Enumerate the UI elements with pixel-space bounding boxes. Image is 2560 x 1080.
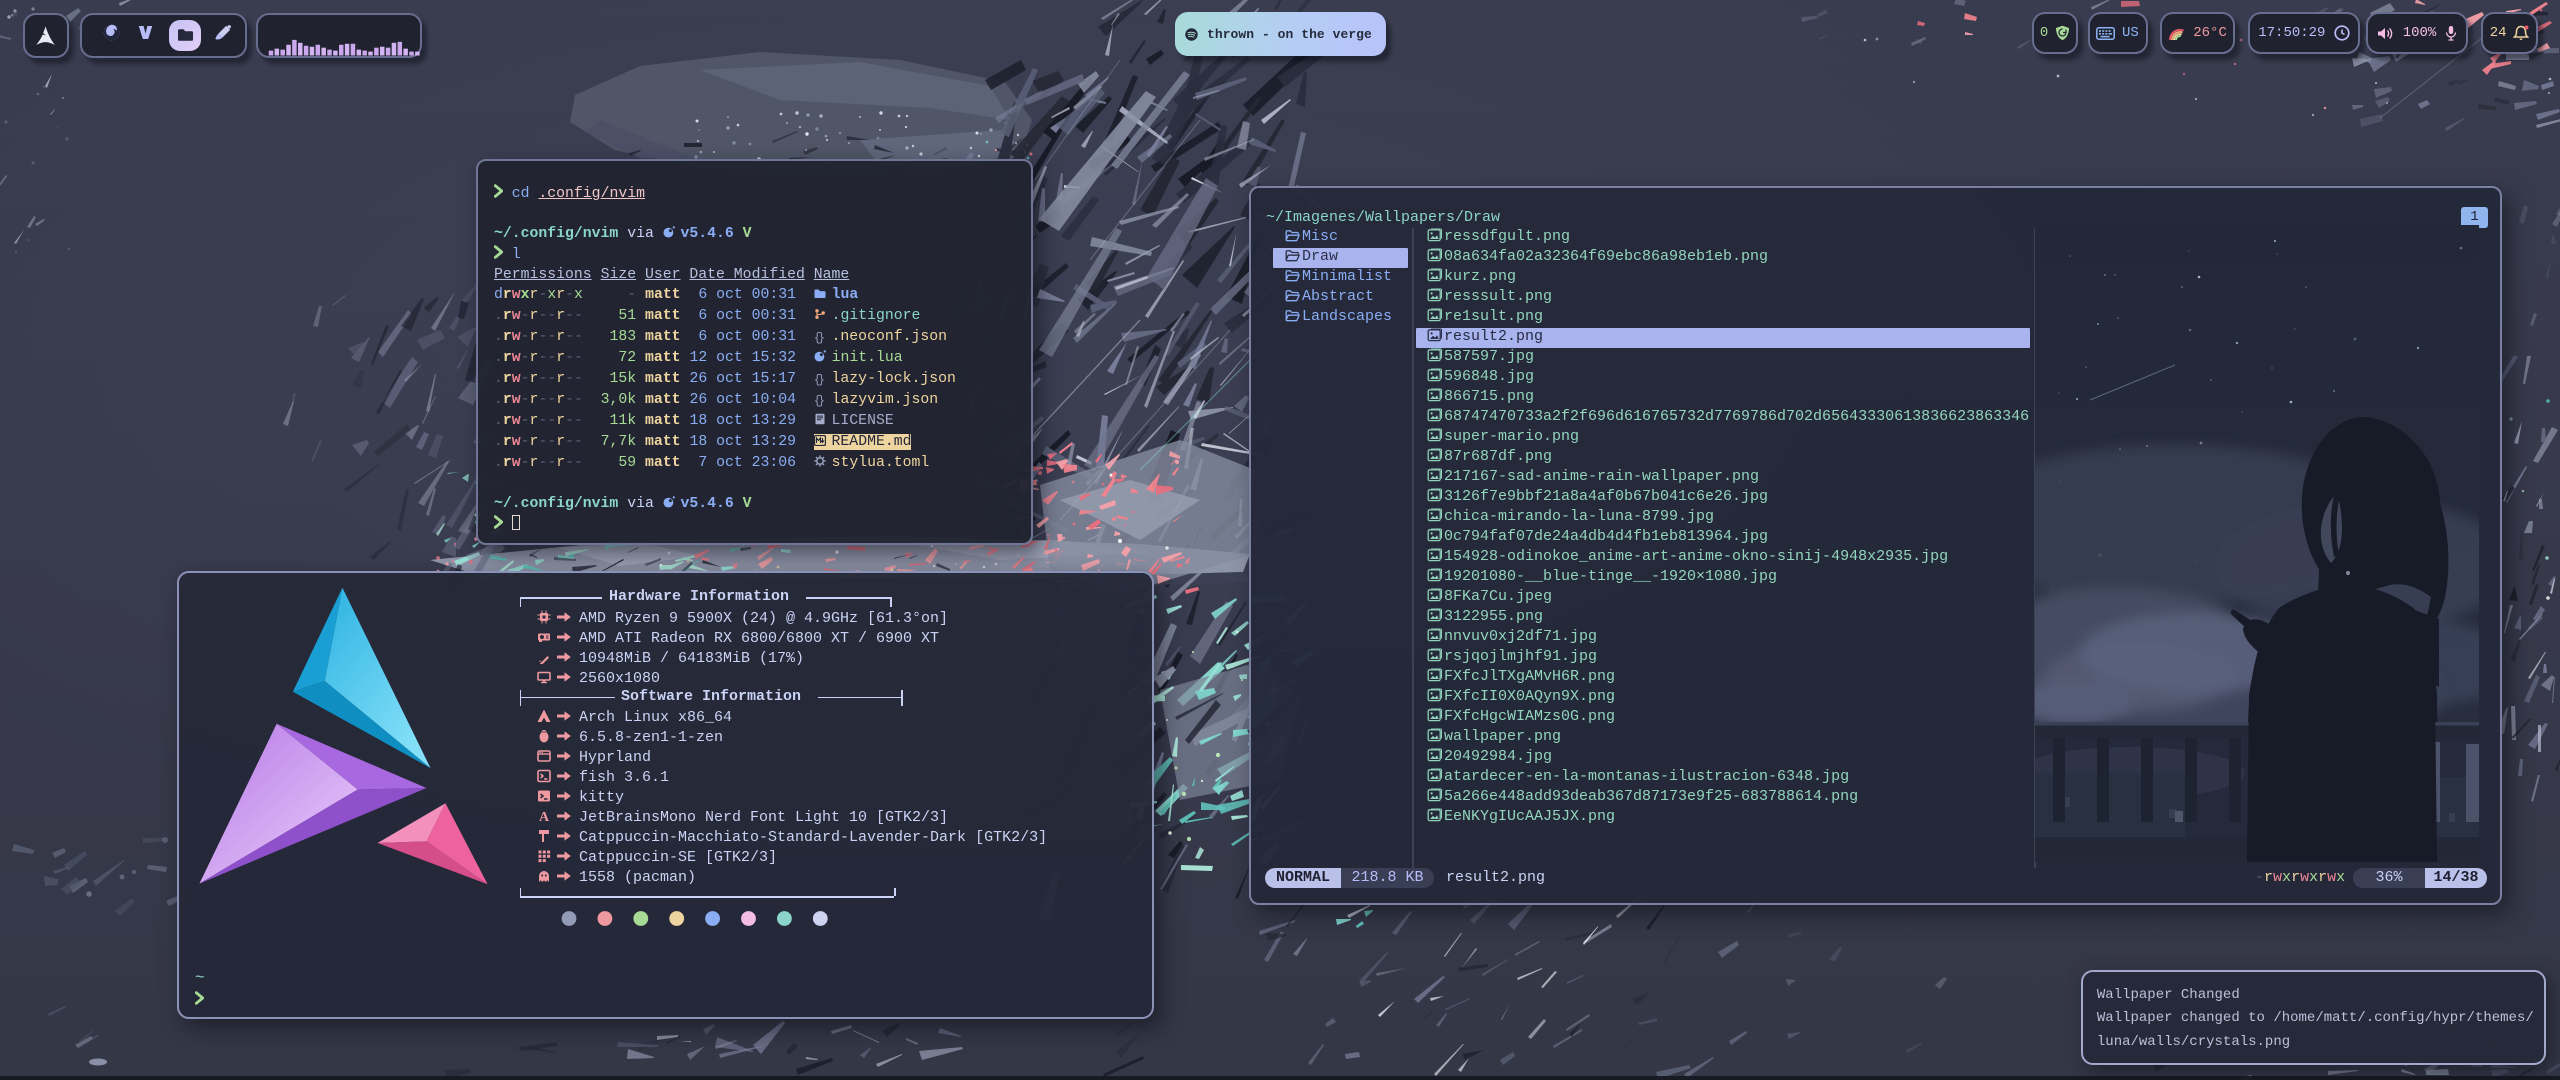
svg-text:A: A [539, 810, 550, 823]
